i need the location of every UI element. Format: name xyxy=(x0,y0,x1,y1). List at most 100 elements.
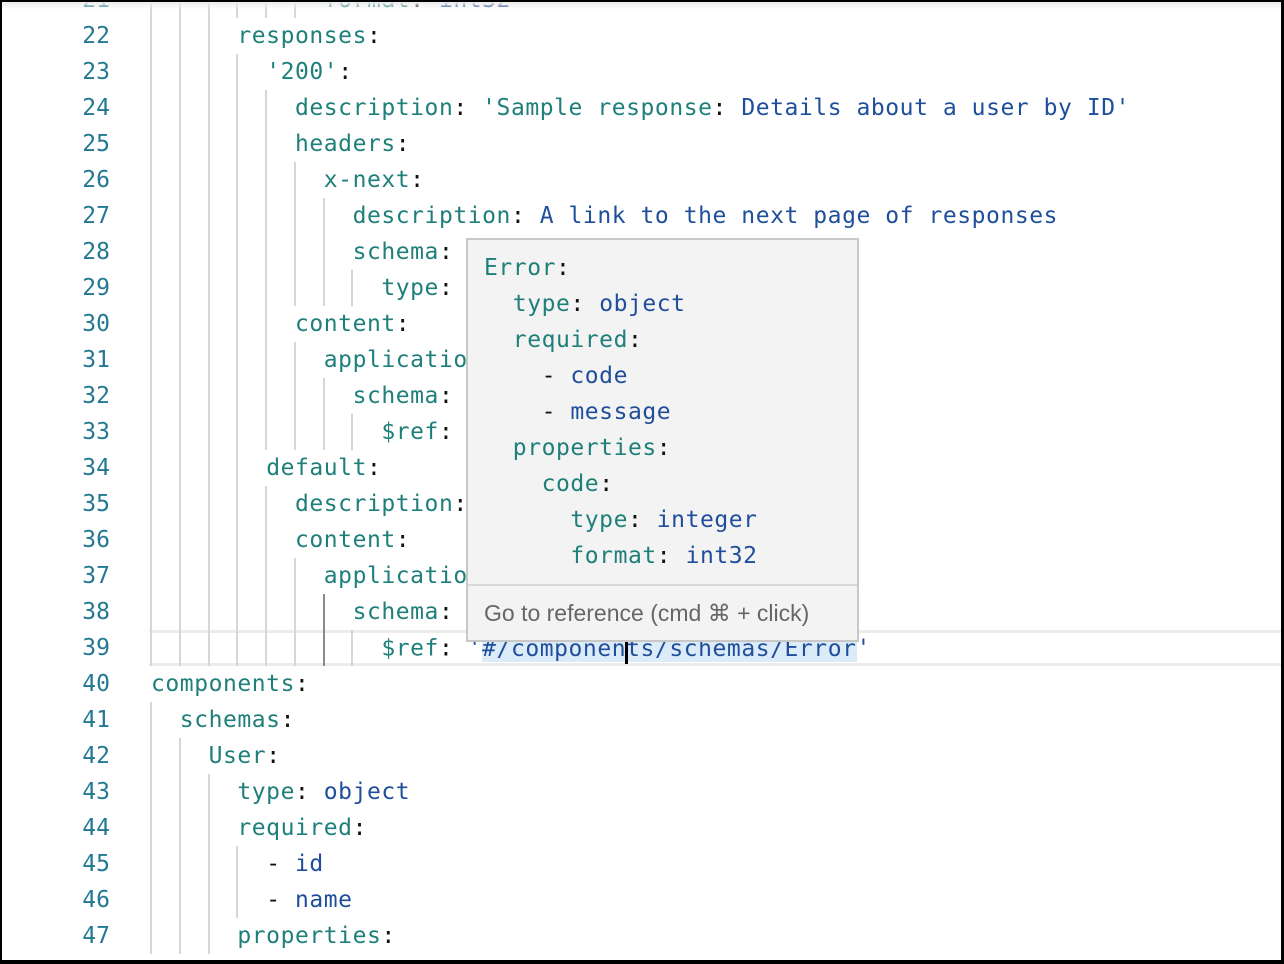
line-content: responses: xyxy=(151,18,381,54)
indent-guide xyxy=(150,630,152,666)
yaml-punctuation: : xyxy=(656,435,672,461)
indent-guide xyxy=(293,378,296,414)
code-line[interactable]: 21 format: int32 xyxy=(2,2,1281,18)
editor-frame: 21 format: int3222 responses:23 '200':24… xyxy=(2,2,1281,960)
indent-guide xyxy=(207,270,210,306)
code-line[interactable]: 26 x-next: xyxy=(2,162,1281,198)
yaml-key: format xyxy=(570,543,657,569)
indent-guide xyxy=(265,234,267,270)
indent-guide xyxy=(207,90,210,126)
line-number: 47 xyxy=(82,923,110,949)
indent-guide xyxy=(265,2,267,18)
yaml-punctuation: : xyxy=(453,95,483,121)
hover-preview-line: properties: xyxy=(484,430,841,466)
indent-guide xyxy=(293,162,296,198)
line-number: 42 xyxy=(82,743,110,769)
line-content: applicatio xyxy=(151,558,468,594)
code-line[interactable]: 22 responses: xyxy=(2,18,1281,54)
indent-guide xyxy=(265,486,267,522)
indent-guide xyxy=(351,270,354,306)
indent-guide xyxy=(207,810,210,846)
yaml-punctuation: : xyxy=(395,311,411,337)
indent-guide xyxy=(178,162,181,198)
yaml-key: 'Sample response xyxy=(482,95,713,121)
hover-preview-line: type: integer xyxy=(484,502,841,538)
code-line[interactable]: 27 description: A link to the next page … xyxy=(2,198,1281,234)
code-line[interactable]: 46 - name xyxy=(2,882,1281,918)
line-number: 21 xyxy=(2,2,110,18)
indent-guide xyxy=(178,90,181,126)
yaml-key: content xyxy=(294,527,396,553)
code-line[interactable]: 42 User: xyxy=(2,738,1281,774)
indent-guide xyxy=(265,162,267,198)
line-content: components: xyxy=(151,666,309,702)
indent-guide xyxy=(178,414,181,450)
code-line[interactable]: 43 type: object xyxy=(2,774,1281,810)
yaml-key: type xyxy=(512,291,571,317)
line-number: 22 xyxy=(82,23,110,49)
reference-hover-popup: Error: type: object required: - code - m… xyxy=(466,238,859,642)
line-content: description: 'Sample response: Details a… xyxy=(151,90,1130,126)
yaml-punctuation: : xyxy=(395,527,411,553)
yaml-punctuation: : xyxy=(266,743,281,769)
yaml-key: User xyxy=(208,743,267,769)
indent-guide xyxy=(236,306,239,342)
yaml-value: message xyxy=(570,399,672,425)
code-line[interactable]: 41 schemas: xyxy=(2,702,1281,738)
yaml-punctuation: : xyxy=(294,779,324,805)
line-content: schema: xyxy=(151,594,453,630)
indent-guide xyxy=(207,774,210,810)
yaml-key: applicatio xyxy=(323,347,468,373)
line-number: 39 xyxy=(82,635,110,661)
indent-guide xyxy=(207,450,210,486)
indent-guide xyxy=(265,558,267,594)
indent-guide xyxy=(178,630,181,666)
line-number: 28 xyxy=(82,239,110,265)
hover-preview-line: Error: xyxy=(484,250,841,286)
yaml-punctuation: : xyxy=(410,167,425,193)
code-line[interactable]: 47 properties: xyxy=(2,918,1281,954)
yaml-value: A link to the next page of responses xyxy=(539,203,1059,229)
indent-guide xyxy=(236,54,239,90)
yaml-punctuation: - xyxy=(541,399,571,425)
hover-preview-line: - message xyxy=(484,394,841,430)
yaml-value: int32 xyxy=(685,543,758,569)
yaml-punctuation: : xyxy=(410,2,439,13)
yaml-key: type xyxy=(237,779,295,805)
yaml-key: code xyxy=(541,471,600,497)
yaml-punctuation: : xyxy=(294,671,310,697)
indent-guide xyxy=(178,882,181,918)
line-number: 27 xyxy=(82,203,110,229)
code-line[interactable]: 40 components: xyxy=(2,666,1281,702)
indent-guide xyxy=(150,378,152,414)
code-line[interactable]: 45 - id xyxy=(2,846,1281,882)
indent-guide xyxy=(236,846,239,882)
indent-guide xyxy=(322,234,325,270)
line-content: default: xyxy=(151,450,381,486)
indent-guide xyxy=(150,342,152,378)
code-line[interactable]: 24 description: 'Sample response: Detail… xyxy=(2,90,1281,126)
indent-guide xyxy=(150,234,152,270)
yaml-punctuation: : xyxy=(438,419,454,445)
code-line[interactable]: 44 required: xyxy=(2,810,1281,846)
indent-guide xyxy=(178,738,181,774)
yaml-punctuation: : xyxy=(280,707,295,733)
yaml-punctuation: : xyxy=(627,327,643,353)
yaml-key: schemas xyxy=(179,707,281,733)
indent-guide xyxy=(178,234,181,270)
code-line[interactable]: 23 '200': xyxy=(2,54,1281,90)
yaml-punctuation: : xyxy=(438,635,468,662)
yaml-punctuation: : xyxy=(366,23,382,49)
yaml-key: $ref xyxy=(381,419,439,445)
indent-guide xyxy=(236,486,239,522)
indent-guide xyxy=(207,2,210,18)
indent-guide xyxy=(293,630,296,666)
go-to-reference-hint[interactable]: Go to reference (cmd ⌘ + click) xyxy=(468,584,857,640)
line-content: format: int32 xyxy=(151,2,511,18)
indent-guide xyxy=(351,630,354,666)
indent-guide xyxy=(322,594,325,630)
indent-guide xyxy=(178,342,181,378)
line-number: 38 xyxy=(82,599,110,625)
indent-guide xyxy=(236,126,239,162)
code-line[interactable]: 25 headers: xyxy=(2,126,1281,162)
